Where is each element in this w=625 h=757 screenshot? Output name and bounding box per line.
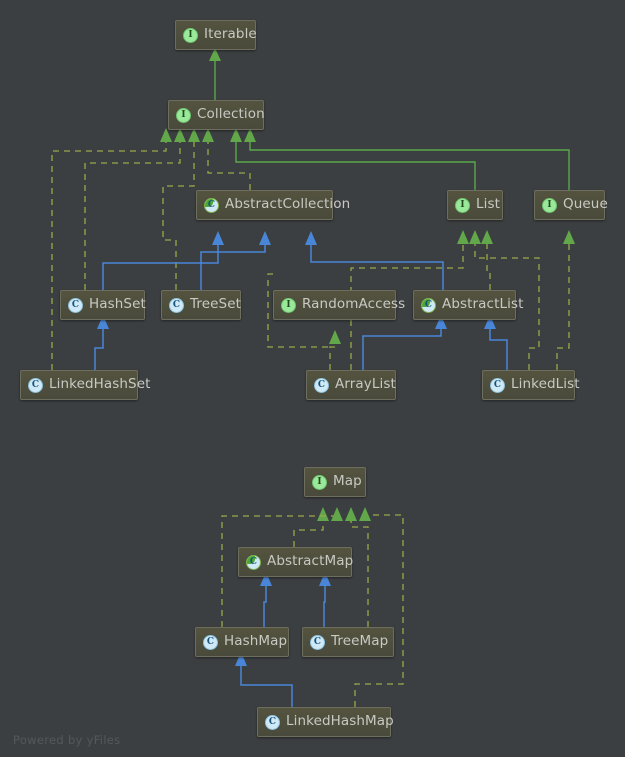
edge-hashset-collection [84,128,186,290]
interface-icon: I [312,474,327,490]
node-label: RandomAccess [302,296,406,313]
class-icon: C [314,377,329,393]
interface-icon: I [455,197,470,213]
node-label: HashSet [89,296,146,313]
edge-linkedlist-queue [556,230,575,370]
abstract-class-icon: C [204,197,219,213]
interface-icon: I [281,297,296,313]
class-icon: C [203,634,218,650]
node-label: Iterable [204,26,257,43]
edge-treeset-abstractcollection [200,231,271,290]
node-label: ArrayList [335,376,396,393]
node-label: AbstractCollection [225,196,351,213]
node-label: TreeSet [190,296,241,313]
diagram-canvas[interactable]: I Iterable I Collection C AbstractCollection I… [0,0,625,757]
node-list[interactable]: I List [447,190,503,220]
edge-abstractlist-abstractcollection [305,231,444,290]
node-linkedhashmap[interactable]: C LinkedHashMap [257,707,394,737]
class-icon: C [265,714,280,730]
class-icon: C [310,634,325,650]
yfiles-watermark: Powered by yFiles [13,733,121,747]
edge-abstractcollection-collection [202,128,251,190]
edge-arraylist-randomaccess [329,330,341,370]
node-map[interactable]: I Map [304,467,366,497]
edge-linkedhashmap-hashmap [235,652,293,707]
node-collection[interactable]: I Collection [168,100,265,130]
edge-queue-collection [244,128,570,190]
node-treeset[interactable]: C TreeSet [161,290,241,320]
node-label: Map [333,473,362,490]
abstract-class-icon: C [421,297,436,313]
edge-linkedhashset-hashset [94,315,109,370]
node-queue[interactable]: I Queue [534,190,608,220]
interface-icon: I [176,107,191,123]
edge-arraylist-abstractlist [362,315,447,370]
edge-treeset-collection [162,128,200,290]
node-abstractcollection[interactable]: C AbstractCollection [196,190,350,220]
edge-collection-iterable [209,48,221,100]
node-label: Queue [563,196,608,213]
node-label: AbstractList [442,296,524,313]
class-icon: C [169,297,184,313]
edge-linkedhashset-collection [51,128,172,370]
node-label: HashMap [224,633,288,650]
class-icon: C [68,297,83,313]
node-label: LinkedHashMap [286,713,394,730]
node-label: AbstractMap [267,553,354,570]
edge-treemap-abstractmap [319,572,331,627]
interface-icon: I [183,27,198,43]
node-iterable[interactable]: I Iterable [175,20,257,50]
node-label: List [476,196,500,213]
edge-abstractlist-list [481,230,493,290]
node-linkedlist[interactable]: C LinkedList [482,370,580,400]
node-linkedhashset[interactable]: C LinkedHashSet [20,370,150,400]
edge-hashmap-abstractmap [260,572,272,627]
edge-list-collection [230,128,476,190]
node-label: LinkedHashSet [49,376,151,393]
node-abstractlist[interactable]: C AbstractList [413,290,523,320]
node-label: TreeMap [331,633,389,650]
class-icon: C [28,377,43,393]
class-icon: C [490,377,505,393]
node-label: Collection [197,106,265,123]
node-abstractmap[interactable]: C AbstractMap [238,547,354,577]
edge-hashset-abstractcollection [102,231,224,290]
node-hashmap[interactable]: C HashMap [195,627,289,657]
abstract-class-icon: C [246,554,261,570]
node-label: LinkedList [511,376,580,393]
interface-icon: I [542,197,557,213]
edge-linkedhashmap-map [354,507,404,707]
node-arraylist[interactable]: C ArrayList [306,370,396,400]
node-randomaccess[interactable]: I RandomAccess [273,290,405,320]
edge-linkedlist-abstractlist [484,315,508,370]
node-treemap[interactable]: C TreeMap [302,627,394,657]
edge-abstractmap-map [293,507,329,547]
node-hashset[interactable]: C HashSet [60,290,146,320]
